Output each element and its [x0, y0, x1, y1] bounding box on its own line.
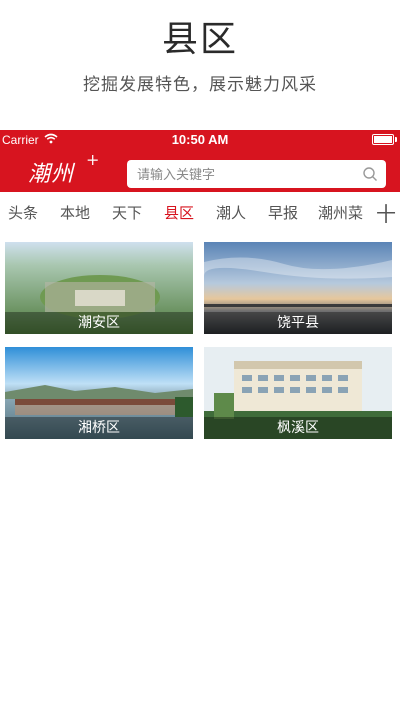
district-card-xiangqiao[interactable]: 湘桥区: [5, 347, 193, 439]
district-card-chaoan[interactable]: 潮安区: [5, 242, 193, 334]
category-tabs: 头条 本地 天下 县区 潮人 早报 潮州菜 十: [0, 192, 400, 232]
tab-districts[interactable]: 县区: [164, 202, 194, 223]
tab-morning-news[interactable]: 早报: [268, 202, 298, 223]
search-box[interactable]: [127, 160, 386, 188]
app-logo[interactable]: 潮州 +: [28, 150, 99, 187]
tab-local[interactable]: 本地: [60, 202, 90, 223]
tab-world[interactable]: 天下: [112, 202, 142, 223]
app-header: 潮州 +: [0, 148, 400, 192]
district-label: 湘桥区: [5, 417, 193, 439]
promo-title: 县区: [161, 19, 238, 60]
tab-cuisine[interactable]: 潮州菜: [318, 202, 363, 223]
add-tab-icon[interactable]: 十: [376, 198, 396, 227]
district-label: 潮安区: [5, 312, 193, 334]
district-label: 饶平县: [204, 312, 392, 334]
status-bar: Carrier 10:50 AM: [0, 130, 400, 148]
logo-plus: +: [86, 150, 101, 169]
promo-subtitle: 挖掘发展特色，展示魅力风采: [83, 75, 317, 95]
search-input[interactable]: [135, 165, 359, 185]
tab-headlines[interactable]: 头条: [8, 202, 38, 223]
district-label: 枫溪区: [204, 417, 392, 439]
battery-icon: [372, 134, 397, 145]
logo-text: 潮州: [28, 162, 75, 187]
district-card-fengxi[interactable]: 枫溪区: [204, 347, 392, 439]
tab-people[interactable]: 潮人: [216, 202, 246, 223]
search-icon[interactable]: [362, 166, 378, 182]
district-card-raoping[interactable]: 饶平县: [204, 242, 392, 334]
status-time: 10:50 AM: [171, 132, 229, 147]
